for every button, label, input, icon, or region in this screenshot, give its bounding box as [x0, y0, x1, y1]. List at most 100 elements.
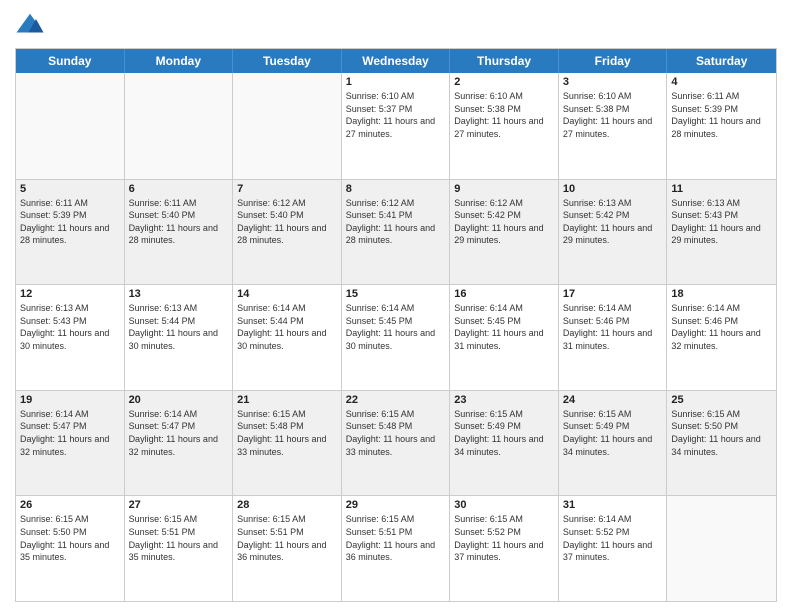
calendar-header-cell: Monday [125, 49, 234, 73]
day-number: 19 [20, 394, 120, 406]
calendar-cell: 26Sunrise: 6:15 AMSunset: 5:50 PMDayligh… [16, 496, 125, 601]
day-number: 10 [563, 183, 663, 195]
calendar-cell: 1 Sunrise: 6:10 AMSunset: 5:37 PMDaylight… [342, 73, 451, 179]
calendar-header-cell: Thursday [450, 49, 559, 73]
cell-info: Sunrise: 6:13 AMSunset: 5:43 PMDaylight:… [671, 197, 772, 247]
calendar-cell [125, 73, 234, 179]
cell-info: Sunrise: 6:13 AMSunset: 5:43 PMDaylight:… [20, 302, 120, 352]
cell-info: Sunrise: 6:11 AMSunset: 5:39 PMDaylight:… [20, 197, 120, 247]
calendar-cell: 8 Sunrise: 6:12 AMSunset: 5:41 PMDaylight… [342, 180, 451, 285]
calendar-cell [16, 73, 125, 179]
calendar-header-cell: Wednesday [342, 49, 451, 73]
calendar-header-cell: Saturday [667, 49, 776, 73]
calendar-cell: 30 Sunrise: 6:15 AMSunset: 5:52 PMDayligh… [450, 496, 559, 601]
calendar-cell: 28 Sunrise: 6:15 AMSunset: 5:51 PMDayligh… [233, 496, 342, 601]
calendar-week-row: 1 Sunrise: 6:10 AMSunset: 5:37 PMDaylight… [16, 73, 776, 179]
day-number: 24 [563, 394, 663, 406]
cell-info: Sunrise: 6:10 AMSunset: 5:37 PMDaylight:… [346, 90, 446, 140]
day-number: 9 [454, 183, 554, 195]
calendar-cell: 27 Sunrise: 6:15 AMSunset: 5:51 PMDayligh… [125, 496, 234, 601]
day-number: 27 [129, 499, 229, 511]
day-number: 21 [237, 394, 337, 406]
calendar-header-row: SundayMondayTuesdayWednesdayThursdayFrid… [16, 49, 776, 73]
day-number: 12 [20, 288, 120, 300]
day-number: 6 [129, 183, 229, 195]
calendar-week-row: 12 Sunrise: 6:13 AMSunset: 5:43 PMDayligh… [16, 284, 776, 390]
day-number: 2 [454, 76, 554, 88]
day-number: 13 [129, 288, 229, 300]
calendar-cell: 24 Sunrise: 6:15 AMSunset: 5:49 PMDayligh… [559, 391, 668, 496]
calendar-header-cell: Sunday [16, 49, 125, 73]
header [15, 10, 777, 40]
cell-info: Sunrise: 6:15 AMSunset: 5:51 PMDaylight:… [346, 513, 446, 563]
cell-info: Sunrise: 6:15 AMSunset: 5:49 PMDaylight:… [454, 408, 554, 458]
calendar-cell: 17 Sunrise: 6:14 AMSunset: 5:46 PMDayligh… [559, 285, 668, 390]
calendar-cell: 3Sunrise: 6:10 AMSunset: 5:38 PMDaylight… [559, 73, 668, 179]
cell-info: Sunrise: 6:12 AMSunset: 5:42 PMDaylight:… [454, 197, 554, 247]
calendar-cell: 23 Sunrise: 6:15 AMSunset: 5:49 PMDayligh… [450, 391, 559, 496]
cell-info: Sunrise: 6:14 AMSunset: 5:46 PMDaylight:… [563, 302, 663, 352]
calendar-cell: 16 Sunrise: 6:14 AMSunset: 5:45 PMDayligh… [450, 285, 559, 390]
calendar-cell [233, 73, 342, 179]
day-number: 31 [563, 499, 663, 511]
calendar-week-row: 26Sunrise: 6:15 AMSunset: 5:50 PMDayligh… [16, 495, 776, 601]
calendar-header-cell: Tuesday [233, 49, 342, 73]
day-number: 14 [237, 288, 337, 300]
cell-info: Sunrise: 6:14 AMSunset: 5:44 PMDaylight:… [237, 302, 337, 352]
logo-icon [15, 10, 45, 40]
calendar-cell: 15Sunrise: 6:14 AMSunset: 5:45 PMDayligh… [342, 285, 451, 390]
calendar-cell: 6 Sunrise: 6:11 AMSunset: 5:40 PMDaylight… [125, 180, 234, 285]
calendar-cell: 25 Sunrise: 6:15 AMSunset: 5:50 PMDayligh… [667, 391, 776, 496]
calendar-header-cell: Friday [559, 49, 668, 73]
calendar-cell: 5 Sunrise: 6:11 AMSunset: 5:39 PMDaylight… [16, 180, 125, 285]
cell-info: Sunrise: 6:12 AMSunset: 5:41 PMDaylight:… [346, 197, 446, 247]
day-number: 30 [454, 499, 554, 511]
calendar-cell: 31 Sunrise: 6:14 AMSunset: 5:52 PMDayligh… [559, 496, 668, 601]
day-number: 25 [671, 394, 772, 406]
calendar-cell [667, 496, 776, 601]
cell-info: Sunrise: 6:10 AMSunset: 5:38 PMDaylight:… [563, 90, 663, 140]
page: SundayMondayTuesdayWednesdayThursdayFrid… [0, 0, 792, 612]
day-number: 1 [346, 76, 446, 88]
cell-info: Sunrise: 6:15 AMSunset: 5:50 PMDaylight:… [671, 408, 772, 458]
day-number: 23 [454, 394, 554, 406]
day-number: 18 [671, 288, 772, 300]
cell-info: Sunrise: 6:11 AMSunset: 5:40 PMDaylight:… [129, 197, 229, 247]
calendar-cell: 14 Sunrise: 6:14 AMSunset: 5:44 PMDayligh… [233, 285, 342, 390]
cell-info: Sunrise: 6:15 AMSunset: 5:51 PMDaylight:… [129, 513, 229, 563]
cell-info: Sunrise: 6:14 AMSunset: 5:46 PMDaylight:… [671, 302, 772, 352]
calendar-cell: 7 Sunrise: 6:12 AMSunset: 5:40 PMDaylight… [233, 180, 342, 285]
calendar-cell: 29 Sunrise: 6:15 AMSunset: 5:51 PMDayligh… [342, 496, 451, 601]
cell-info: Sunrise: 6:13 AMSunset: 5:42 PMDaylight:… [563, 197, 663, 247]
day-number: 5 [20, 183, 120, 195]
calendar-cell: 4Sunrise: 6:11 AMSunset: 5:39 PMDaylight… [667, 73, 776, 179]
calendar-cell: 19Sunrise: 6:14 AMSunset: 5:47 PMDayligh… [16, 391, 125, 496]
calendar-cell: 2Sunrise: 6:10 AMSunset: 5:38 PMDaylight… [450, 73, 559, 179]
day-number: 28 [237, 499, 337, 511]
day-number: 26 [20, 499, 120, 511]
day-number: 4 [671, 76, 772, 88]
day-number: 29 [346, 499, 446, 511]
day-number: 22 [346, 394, 446, 406]
day-number: 16 [454, 288, 554, 300]
cell-info: Sunrise: 6:13 AMSunset: 5:44 PMDaylight:… [129, 302, 229, 352]
cell-info: Sunrise: 6:15 AMSunset: 5:52 PMDaylight:… [454, 513, 554, 563]
day-number: 8 [346, 183, 446, 195]
logo [15, 10, 49, 40]
calendar-week-row: 5 Sunrise: 6:11 AMSunset: 5:39 PMDaylight… [16, 179, 776, 285]
day-number: 7 [237, 183, 337, 195]
calendar-cell: 21Sunrise: 6:15 AMSunset: 5:48 PMDayligh… [233, 391, 342, 496]
day-number: 20 [129, 394, 229, 406]
cell-info: Sunrise: 6:14 AMSunset: 5:45 PMDaylight:… [454, 302, 554, 352]
cell-info: Sunrise: 6:15 AMSunset: 5:49 PMDaylight:… [563, 408, 663, 458]
calendar-cell: 13 Sunrise: 6:13 AMSunset: 5:44 PMDayligh… [125, 285, 234, 390]
cell-info: Sunrise: 6:14 AMSunset: 5:52 PMDaylight:… [563, 513, 663, 563]
calendar: SundayMondayTuesdayWednesdayThursdayFrid… [15, 48, 777, 602]
calendar-cell: 11Sunrise: 6:13 AMSunset: 5:43 PMDayligh… [667, 180, 776, 285]
cell-info: Sunrise: 6:15 AMSunset: 5:48 PMDaylight:… [346, 408, 446, 458]
cell-info: Sunrise: 6:12 AMSunset: 5:40 PMDaylight:… [237, 197, 337, 247]
day-number: 17 [563, 288, 663, 300]
calendar-cell: 9 Sunrise: 6:12 AMSunset: 5:42 PMDaylight… [450, 180, 559, 285]
cell-info: Sunrise: 6:15 AMSunset: 5:51 PMDaylight:… [237, 513, 337, 563]
calendar-cell: 18 Sunrise: 6:14 AMSunset: 5:46 PMDayligh… [667, 285, 776, 390]
